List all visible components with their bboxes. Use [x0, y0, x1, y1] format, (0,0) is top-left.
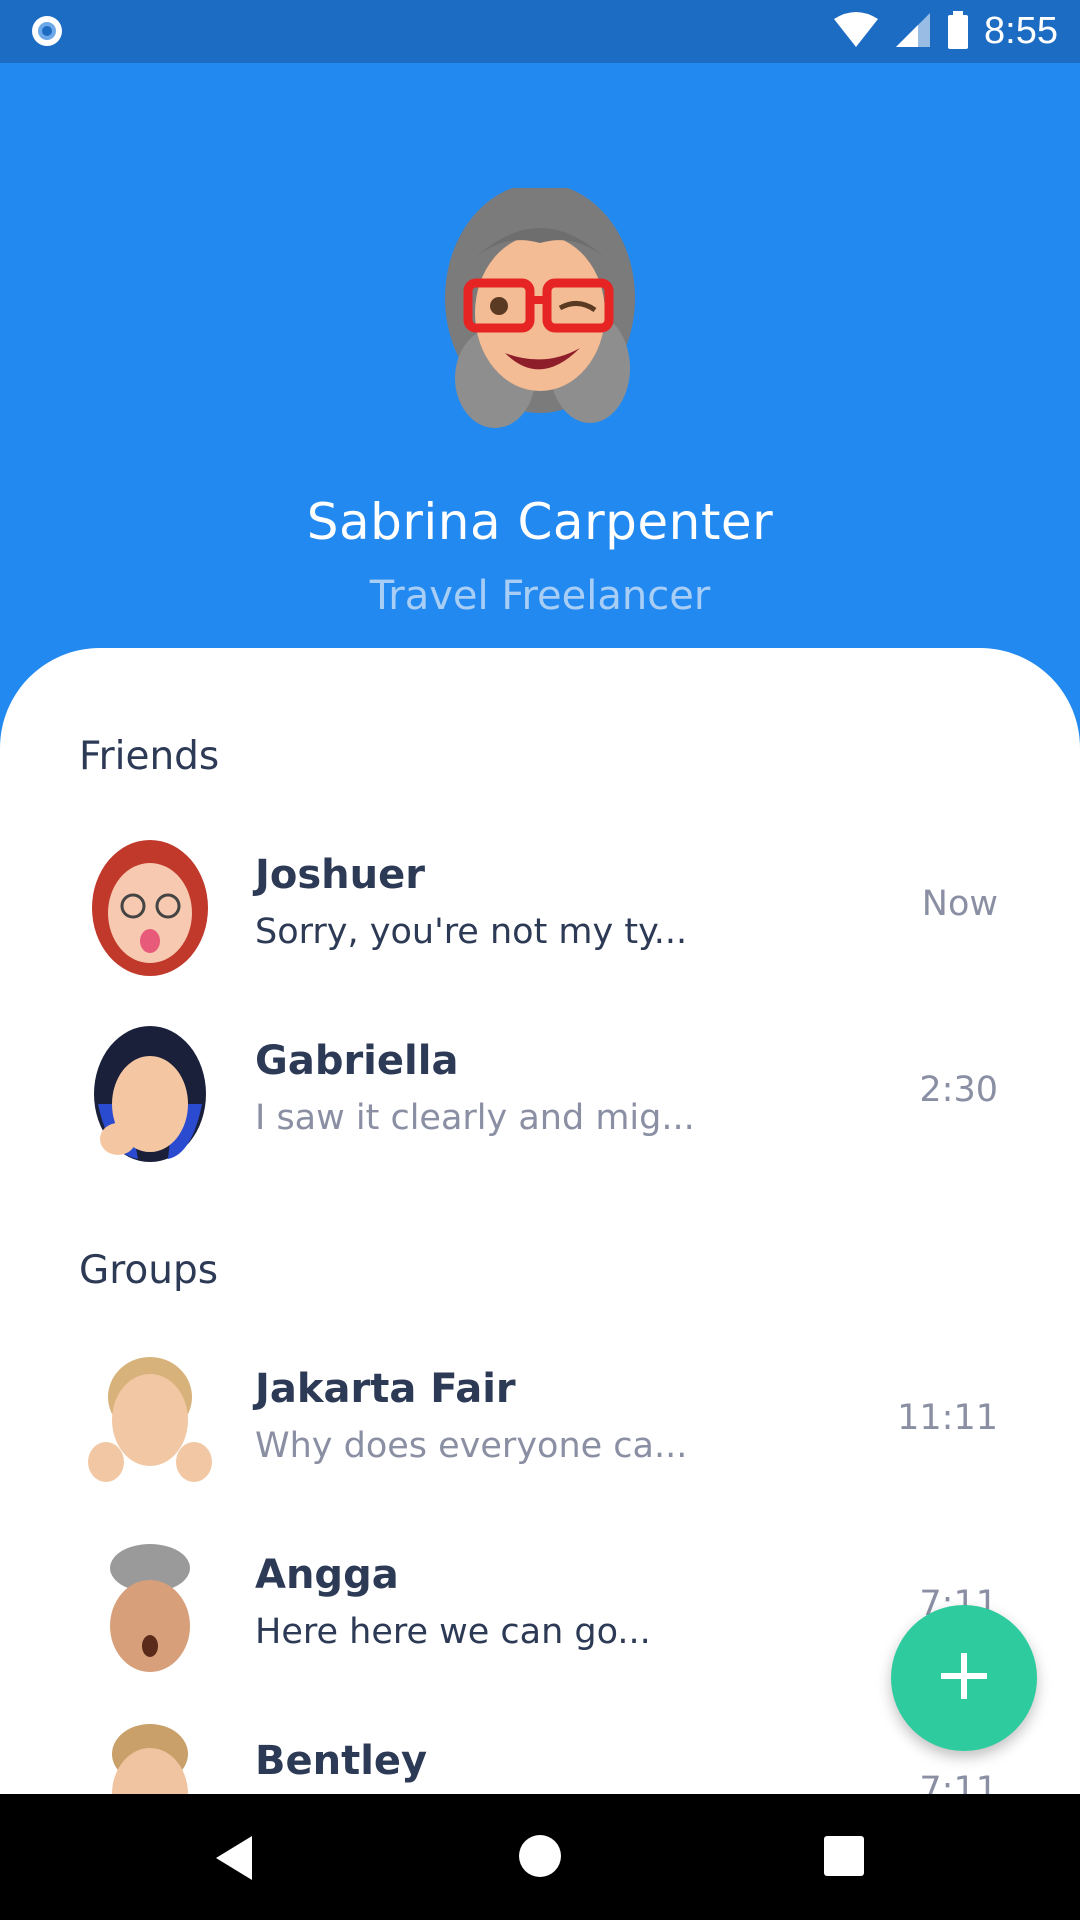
home-icon[interactable] [518, 1834, 562, 1882]
friends-section-title: Friends [79, 734, 220, 779]
chat-message: Here here we can go... [255, 1612, 651, 1652]
chat-time: 11:11 [897, 1398, 998, 1438]
chat-name: Joshuer [255, 852, 425, 898]
chat-name: Bentley [255, 1738, 428, 1784]
back-icon[interactable] [212, 1834, 256, 1886]
profile-name: Sabrina Carpenter [306, 493, 774, 551]
chat-name: Jakarta Fair [255, 1366, 516, 1412]
navigation-bar [0, 1794, 1080, 1920]
profile-avatar[interactable] [435, 183, 645, 428]
battery-icon [946, 10, 970, 54]
avatar [88, 1538, 212, 1678]
chat-message: Why does everyone ca... [255, 1426, 688, 1466]
groups-section-title: Groups [79, 1248, 219, 1293]
status-bar: 8:55 [0, 0, 1080, 63]
chat-time: 7:11 [919, 1770, 998, 1794]
avatar [88, 838, 212, 978]
chat-name: Gabriella [255, 1038, 459, 1084]
profile-header: Sabrina Carpenter Travel Freelancer [0, 63, 1080, 663]
chat-message: Sorry, you're not my ty... [255, 912, 688, 952]
chat-item-joshuer[interactable]: Joshuer Sorry, you're not my ty... Now [0, 838, 1080, 1008]
signal-icon [894, 11, 932, 53]
avatar [88, 1024, 212, 1164]
status-time: 8:55 [984, 10, 1058, 52]
chat-name: Angga [255, 1552, 399, 1598]
wifi-icon [832, 11, 880, 53]
profile-role: Travel Freelancer [369, 573, 711, 619]
plus-icon [939, 1651, 989, 1705]
recents-icon[interactable] [824, 1836, 864, 1880]
avatar [88, 1352, 212, 1492]
chat-message: I saw it clearly and mig... [255, 1098, 695, 1138]
add-chat-button[interactable] [891, 1605, 1037, 1751]
chat-time: Now [921, 884, 998, 924]
chat-time: 2:30 [919, 1070, 998, 1110]
chat-item-gabriella[interactable]: Gabriella I saw it clearly and mig... 2:… [0, 1024, 1080, 1194]
notification-icon [30, 14, 64, 48]
chat-item-jakarta-fair[interactable]: Jakarta Fair Why does everyone ca... 11:… [0, 1352, 1080, 1522]
avatar [88, 1724, 212, 1794]
